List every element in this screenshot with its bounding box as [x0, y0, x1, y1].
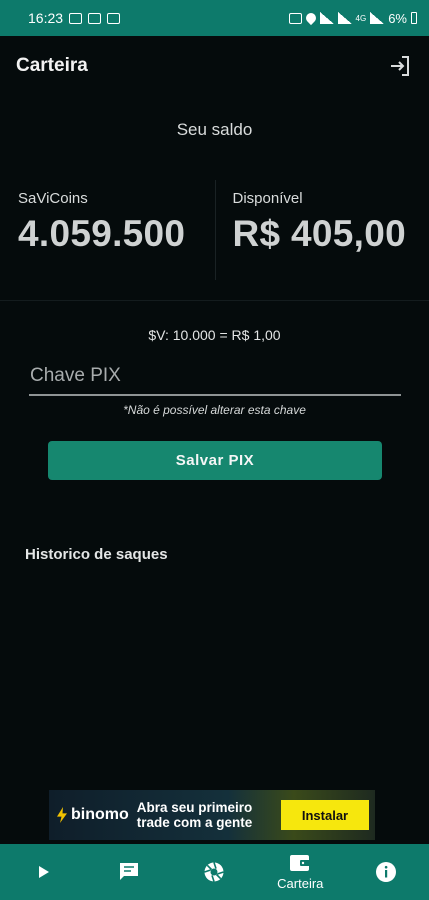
info-icon	[376, 862, 397, 882]
battery-icon	[411, 12, 417, 24]
wallet-icon	[290, 855, 311, 871]
network-type: 4G	[355, 13, 367, 23]
section-divider	[0, 300, 429, 301]
logout-icon[interactable]	[387, 53, 413, 79]
ad-brand-name: binomo	[71, 806, 129, 823]
available-label: Disponível	[232, 190, 303, 207]
pix-key-input[interactable]	[29, 362, 401, 396]
available-value: R$ 405,00	[232, 213, 406, 254]
balance-stats: SaViCoins 4.059.500 Disponível R$ 405,00	[0, 180, 429, 280]
nav-item-play[interactable]	[0, 844, 86, 900]
ad-install-button[interactable]: Instalar	[281, 800, 369, 830]
bottom-nav: Carteira	[0, 844, 429, 900]
page-title: Carteira	[16, 55, 88, 76]
binomo-logo-icon	[57, 807, 67, 823]
battery-level: 6%	[388, 10, 407, 26]
signal-icon	[337, 12, 352, 24]
ad-brand: binomo	[57, 806, 129, 824]
mute-icon	[288, 12, 302, 24]
save-pix-button[interactable]: Salvar PIX	[48, 441, 382, 480]
wifi-icon	[319, 12, 334, 24]
ad-text: Abra seu primeiro trade com a gente	[136, 800, 253, 830]
gallery-icon	[69, 12, 83, 24]
pix-note: *Não é possível alterar esta chave	[123, 403, 306, 417]
withdrawal-history-title: Historico de saques	[25, 546, 168, 563]
signal-icon-2	[370, 12, 385, 24]
savicoins-label: SaViCoins	[18, 190, 88, 207]
notification-icon	[107, 12, 121, 24]
aperture-icon	[204, 862, 225, 882]
savicoins-stat: SaViCoins 4.059.500	[0, 180, 215, 280]
exchange-rate: $V: 10.000 = R$ 1,00	[148, 327, 281, 343]
chat-icon	[119, 863, 138, 880]
nav-item-aperture[interactable]	[172, 844, 258, 900]
nav-item-wallet[interactable]: Carteira	[257, 844, 343, 900]
play-icon	[38, 866, 49, 878]
location-icon	[303, 10, 318, 26]
app-bar: Carteira	[0, 36, 429, 96]
call-icon	[88, 12, 102, 24]
status-time: 16:23	[28, 10, 64, 26]
nav-item-wallet-label: Carteira	[277, 876, 324, 891]
ad-banner[interactable]: binomo Abra seu primeiro trade com a gen…	[49, 790, 375, 840]
status-bar: 16:23 4G 6%	[0, 0, 429, 36]
nav-item-info[interactable]	[343, 844, 429, 900]
available-stat: Disponível R$ 405,00	[214, 180, 429, 280]
savicoins-value: 4.059.500	[18, 213, 186, 254]
nav-item-chat[interactable]	[86, 844, 172, 900]
balance-heading: Seu saldo	[176, 120, 253, 139]
